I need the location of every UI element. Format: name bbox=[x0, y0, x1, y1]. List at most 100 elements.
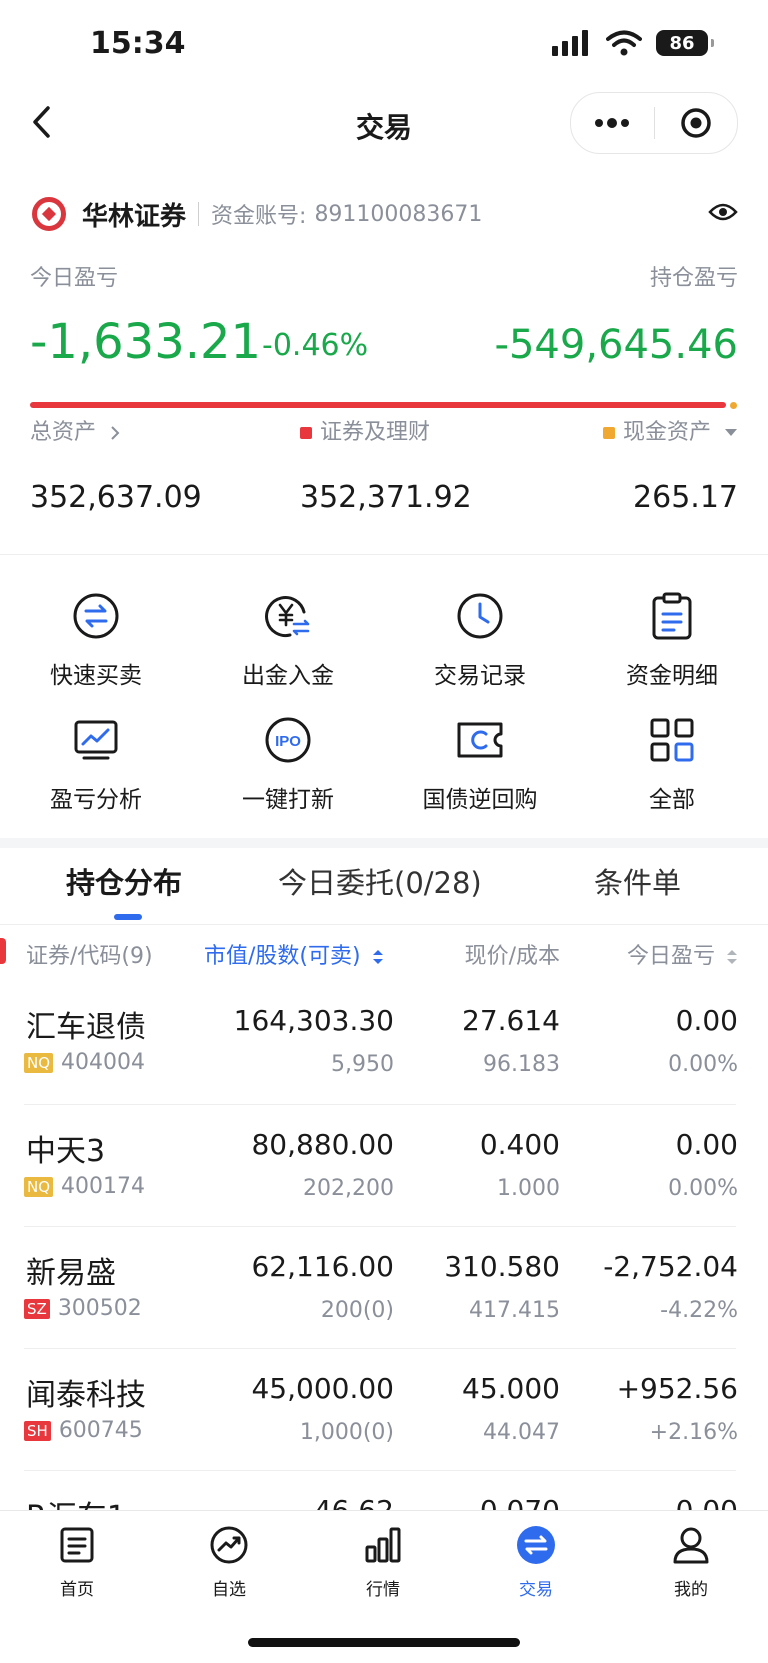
close-miniprogram-button[interactable] bbox=[655, 107, 738, 139]
battery-indicator: 86 bbox=[656, 30, 714, 56]
cash-ratio-dot bbox=[730, 402, 737, 409]
shortcut-ipo-subscribe[interactable]: IPO 一键打新 bbox=[192, 714, 384, 814]
securities-assets-label-wrap: 证券及理财 bbox=[300, 414, 430, 446]
cash-assets-label: 现金资产 bbox=[622, 420, 711, 445]
shortcut-label: 全部 bbox=[649, 787, 695, 813]
swap-circle-icon bbox=[517, 1526, 555, 1564]
table-row[interactable]: 闻泰科技 SH 600745 45,000.00 1,000(0) 45.000 … bbox=[0, 1356, 768, 1472]
row-divider bbox=[24, 1226, 736, 1227]
swap-circle-icon bbox=[73, 593, 119, 639]
tab-today-orders[interactable]: 今日委托(0/28) bbox=[278, 860, 482, 902]
table-row[interactable]: 新易盛 SZ 300502 62,116.00 200(0) 310.580 41… bbox=[0, 1234, 768, 1350]
tab-conditional-orders[interactable]: 条件单 bbox=[594, 860, 681, 902]
col-today-pnl-sort[interactable]: 今日盈亏 bbox=[627, 938, 738, 970]
trend-circle-icon bbox=[210, 1526, 248, 1564]
cost-price: 44.047 bbox=[483, 1420, 560, 1445]
active-tab-indicator bbox=[114, 914, 142, 920]
today-pnl-pct: 0.00% bbox=[668, 1052, 738, 1077]
security-code-wrap: SZ 300502 bbox=[24, 1296, 142, 1321]
tabbar-label: 交易 bbox=[519, 1580, 553, 1600]
account-label: 资金账号: bbox=[211, 204, 307, 229]
person-icon bbox=[673, 1527, 709, 1564]
table-row[interactable]: R汇车1 46.62 0.070 0.00 bbox=[0, 1478, 768, 1510]
today-pnl: 0.00 bbox=[676, 1494, 738, 1510]
sort-icon bbox=[372, 950, 383, 964]
shortcut-reverse-repo[interactable]: 国债逆回购 bbox=[384, 714, 576, 814]
col-today-pnl: 今日盈亏 bbox=[626, 944, 715, 969]
tabbar-label: 我的 bbox=[674, 1580, 708, 1600]
current-price: 310.580 bbox=[444, 1250, 560, 1283]
total-assets-link[interactable]: 总资产 bbox=[30, 414, 121, 446]
table-row[interactable]: 中天3 NQ 400174 80,880.00 202,200 0.400 1.0… bbox=[0, 1112, 768, 1228]
today-pnl-pct: +2.16% bbox=[649, 1420, 738, 1445]
clipboard-icon bbox=[652, 592, 692, 640]
holding-pnl-label: 持仓盈亏 bbox=[649, 266, 738, 291]
today-pnl-pct: -4.22% bbox=[660, 1298, 738, 1323]
cost-price: 96.183 bbox=[483, 1052, 560, 1077]
table-row[interactable]: 汇车退债 NQ 404004 164,303.30 5,950 27.614 96… bbox=[0, 990, 768, 1106]
market-badge: NQ bbox=[24, 1052, 54, 1073]
shortcut-label: 盈亏分析 bbox=[50, 787, 142, 813]
shortcut-fund-details[interactable]: 资金明细 bbox=[576, 590, 768, 690]
more-button[interactable] bbox=[571, 118, 654, 128]
security-code: 600745 bbox=[58, 1418, 143, 1443]
tabbar-item-me[interactable]: 我的 bbox=[636, 1525, 746, 1600]
security-code: 404004 bbox=[61, 1050, 146, 1075]
tabbar-item-watchlist[interactable]: 自选 bbox=[174, 1525, 284, 1600]
share-count: 5,950 bbox=[331, 1052, 394, 1077]
shortcut-quick-trade[interactable]: 快速买卖 bbox=[0, 590, 192, 690]
market-badge: NQ bbox=[24, 1176, 54, 1197]
security-name: 闻泰科技 bbox=[26, 1378, 146, 1413]
signal-icon bbox=[552, 30, 588, 56]
current-price: 27.614 bbox=[462, 1004, 560, 1037]
tabbar-item-home[interactable]: 首页 bbox=[22, 1525, 132, 1600]
account-number: 891100083671 bbox=[314, 201, 483, 227]
row-divider bbox=[24, 1104, 736, 1105]
status-icons: 86 bbox=[552, 30, 714, 56]
total-assets-value: 352,637.09 bbox=[30, 480, 202, 515]
tab-positions[interactable]: 持仓分布 bbox=[66, 860, 182, 902]
caret-down-icon bbox=[725, 429, 737, 436]
ipo-icon: IPO bbox=[265, 717, 311, 763]
toggle-visibility-button[interactable] bbox=[708, 201, 738, 227]
market-badge: SZ bbox=[24, 1298, 50, 1319]
today-pnl-value: -1,633.21 bbox=[30, 314, 262, 370]
svg-text:IPO: IPO bbox=[275, 733, 301, 750]
section-divider bbox=[0, 554, 768, 555]
shortcut-all[interactable]: 全部 bbox=[576, 714, 768, 814]
wifi-icon bbox=[606, 30, 642, 56]
security-name: R汇车1 bbox=[26, 1492, 126, 1510]
shortcut-label: 出金入金 bbox=[242, 663, 334, 689]
security-name: 中天3 bbox=[26, 1134, 106, 1169]
market-badge: SH bbox=[24, 1420, 51, 1441]
today-pnl: 0.00 bbox=[675, 1128, 738, 1161]
today-pnl: 0.00 bbox=[675, 1004, 738, 1037]
shortcut-label: 一键打新 bbox=[242, 787, 334, 813]
tabbar-item-market[interactable]: 行情 bbox=[328, 1525, 438, 1600]
tabbar-item-trade[interactable]: 交易 bbox=[481, 1525, 591, 1600]
market-value: 62,116.00 bbox=[251, 1250, 394, 1283]
holding-pnl-value: -549,645.46 bbox=[494, 322, 738, 368]
eye-icon bbox=[708, 203, 738, 221]
current-price: 0.400 bbox=[479, 1128, 560, 1161]
col-security: 证券/代码(9) bbox=[26, 944, 153, 969]
tabs-divider bbox=[0, 924, 768, 925]
shortcut-deposit-withdraw[interactable]: 出金入金 bbox=[192, 590, 384, 690]
security-code-wrap: NQ 400174 bbox=[24, 1174, 145, 1199]
security-code-wrap: SH 600745 bbox=[24, 1418, 143, 1443]
col-market-value-sort[interactable]: 市值/股数(可卖) bbox=[204, 938, 384, 970]
security-code-wrap: NQ 404004 bbox=[24, 1050, 145, 1075]
yuan-transfer-icon bbox=[265, 596, 310, 638]
share-count: 200(0) bbox=[320, 1298, 394, 1323]
row-divider bbox=[24, 1470, 736, 1471]
securities-legend-swatch bbox=[300, 427, 312, 439]
shortcut-pnl-analysis[interactable]: 盈亏分析 bbox=[0, 714, 192, 814]
asset-ratio-bar bbox=[30, 402, 726, 408]
security-code: 400174 bbox=[61, 1174, 146, 1199]
cash-assets-dropdown[interactable]: 现金资产 bbox=[602, 414, 738, 446]
section-divider-thick bbox=[0, 838, 768, 848]
broker-name: 华林证券 bbox=[82, 201, 187, 232]
share-count: 1,000(0) bbox=[299, 1420, 394, 1445]
shortcut-trade-records[interactable]: 交易记录 bbox=[384, 590, 576, 690]
market-value: 45,000.00 bbox=[251, 1372, 394, 1405]
